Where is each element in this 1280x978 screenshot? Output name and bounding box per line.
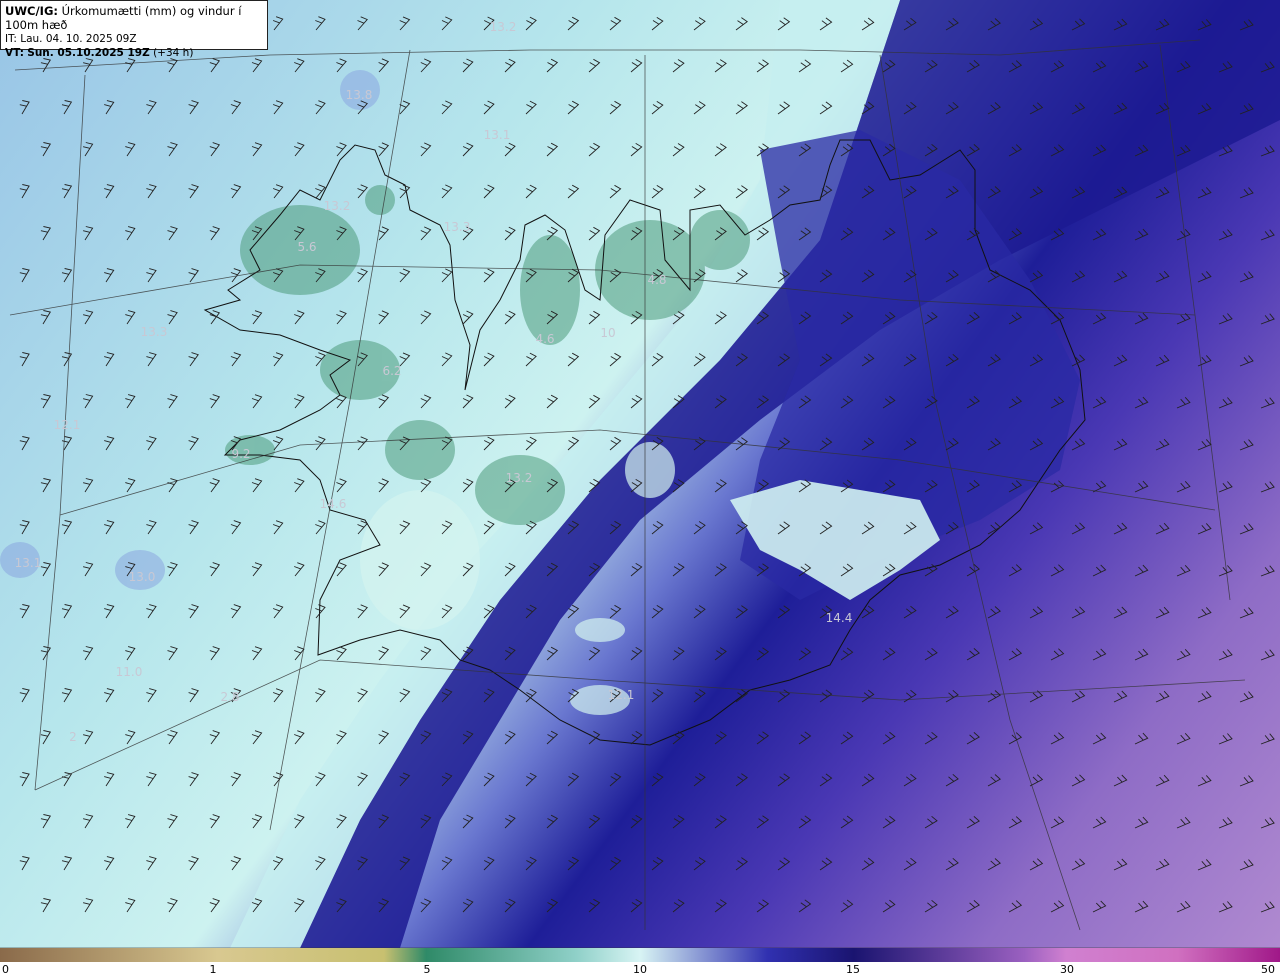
value-label: 4.8 — [647, 273, 667, 287]
value-label: 13.8 — [345, 88, 373, 102]
init-time: IT: Lau. 04. 10. 2025 09Z — [5, 33, 137, 45]
value-label: 10 — [600, 326, 616, 340]
value-label: 13.3 — [443, 220, 471, 234]
value-label: 13.3 — [140, 325, 168, 339]
value-label: 2 — [69, 730, 77, 744]
value-label: 9.2 — [231, 447, 251, 461]
valid-time-label: VT: — [5, 47, 24, 59]
value-label: 11.0 — [115, 665, 143, 679]
value-label: 6.2 — [382, 364, 402, 378]
value-label: 4.6 — [535, 332, 555, 346]
valid-time: Sun. 05.10.2025 19Z — [27, 47, 150, 59]
colorbar-tick: 10 — [633, 963, 647, 976]
colorbar-tick: 5 — [423, 963, 431, 976]
precipitable-water-map — [0, 0, 1280, 948]
value-label: 5.6 — [297, 240, 317, 254]
value-label: 12.1 — [607, 688, 635, 702]
map-title-line: UWC/IG: Úrkomumætti (mm) og vindur í 100… — [5, 4, 263, 32]
colorbar-ticks: 0 1 5 10 15 30 50 — [0, 962, 1280, 978]
value-label: 13.1 — [483, 128, 511, 142]
model-name: UWC/IG: — [5, 4, 58, 18]
value-label: 14.4 — [825, 611, 853, 625]
colorbar-tick: 30 — [1060, 963, 1074, 976]
value-label: 13.0 — [128, 570, 156, 584]
forecast-offset: (+34 h) — [153, 47, 194, 59]
colorbar — [0, 948, 1280, 962]
value-label: 12.1 — [53, 418, 81, 432]
valid-time-line: VT: Sun. 05.10.2025 19Z (+34 h) — [5, 46, 263, 60]
value-label: 14.6 — [319, 497, 347, 511]
value-label: 2.8 — [220, 690, 240, 704]
value-label: 13.1 — [14, 556, 42, 570]
colorbar-tick: 50 — [1261, 963, 1275, 976]
map-info-box: UWC/IG: Úrkomumætti (mm) og vindur í 100… — [0, 0, 268, 59]
value-label: 13.2 — [489, 20, 517, 34]
colorbar-tick: 0 — [2, 963, 9, 976]
colorbar-tick: 1 — [209, 963, 217, 976]
value-label: 13.2 — [505, 471, 533, 485]
value-label: 13.2 — [323, 199, 351, 213]
colorbar-tick: 15 — [846, 963, 860, 976]
